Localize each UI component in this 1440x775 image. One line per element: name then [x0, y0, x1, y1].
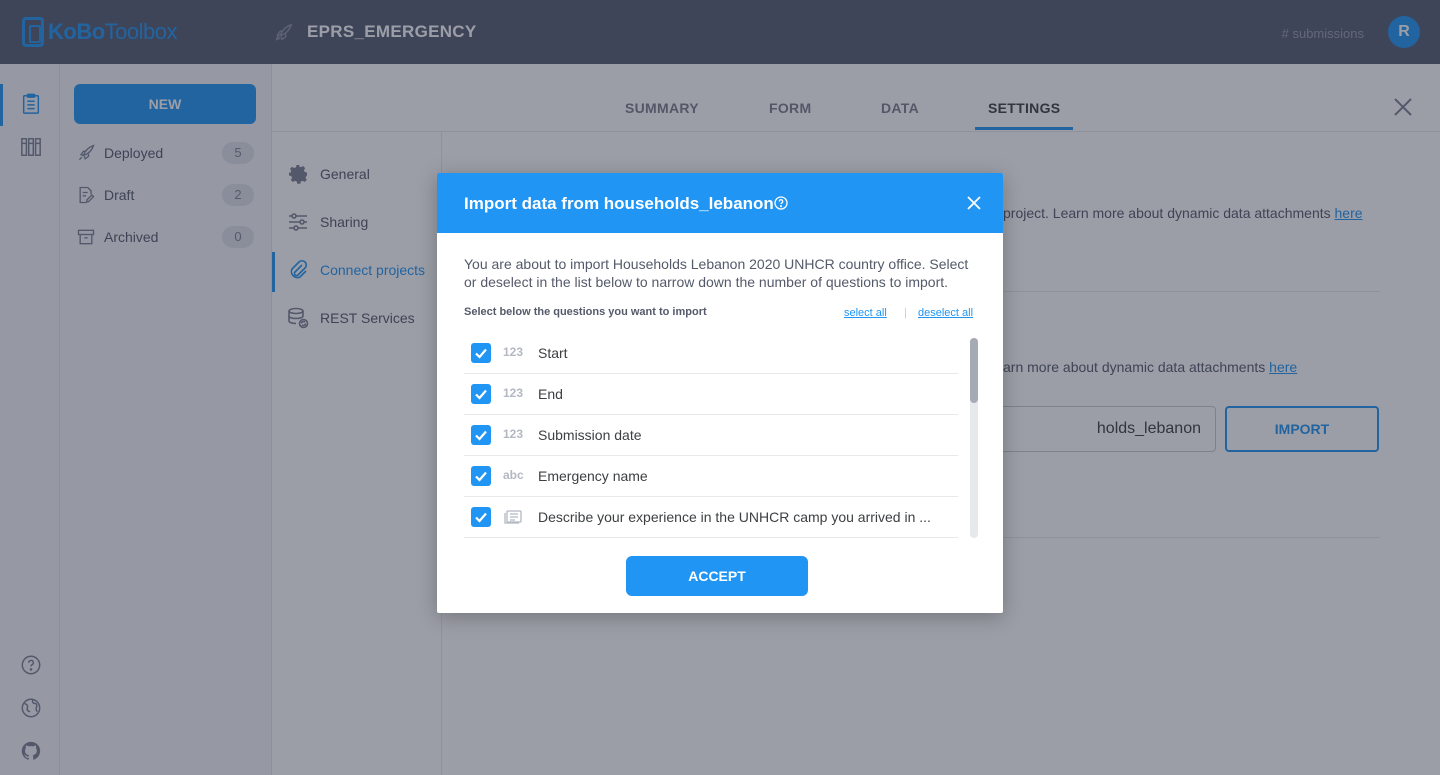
- question-type-number: 123: [503, 345, 524, 359]
- questions-list: 123 Start 123 End 123 Submission date ab…: [464, 333, 958, 538]
- select-all-link[interactable]: select all: [844, 307, 887, 319]
- question-checkbox[interactable]: [471, 343, 491, 363]
- question-label: Emergency name: [538, 468, 648, 484]
- question-checkbox[interactable]: [471, 466, 491, 486]
- modal-title: Import data from households_lebanon: [464, 194, 774, 213]
- question-row[interactable]: 123 Start: [464, 333, 958, 374]
- question-type-long-text: [503, 509, 527, 528]
- scrollbar-thumb[interactable]: [970, 338, 978, 403]
- question-label: Submission date: [538, 427, 642, 443]
- check-icon: [475, 512, 487, 523]
- question-type-number: 123: [503, 427, 524, 441]
- question-checkbox[interactable]: [471, 384, 491, 404]
- link-separator: |: [904, 307, 907, 319]
- question-checkbox[interactable]: [471, 425, 491, 445]
- questions-scrollbar[interactable]: [970, 338, 978, 538]
- question-row[interactable]: 123 End: [464, 374, 958, 415]
- deselect-all-link[interactable]: deselect all: [918, 307, 973, 319]
- check-icon: [475, 389, 487, 400]
- question-type-text: abc: [503, 468, 524, 482]
- question-checkbox[interactable]: [471, 507, 491, 527]
- check-icon: [475, 471, 487, 482]
- modal-description: You are about to import Households Leban…: [464, 256, 969, 290]
- check-icon: [475, 348, 487, 359]
- close-icon[interactable]: [966, 195, 982, 211]
- check-icon: [475, 430, 487, 441]
- question-label: Describe your experience in the UNHCR ca…: [538, 509, 931, 525]
- help-icon[interactable]: [774, 196, 788, 210]
- question-row[interactable]: Describe your experience in the UNHCR ca…: [464, 497, 958, 538]
- question-label: End: [538, 386, 563, 402]
- select-questions-label: Select below the questions you want to i…: [464, 306, 707, 318]
- text-icon: [504, 510, 522, 524]
- import-data-modal: Import data from households_lebanon You …: [437, 173, 1003, 613]
- question-type-number: 123: [503, 386, 524, 400]
- accept-button[interactable]: ACCEPT: [626, 556, 808, 596]
- question-label: Start: [538, 345, 568, 361]
- question-row[interactable]: 123 Submission date: [464, 415, 958, 456]
- question-row[interactable]: abc Emergency name: [464, 456, 958, 497]
